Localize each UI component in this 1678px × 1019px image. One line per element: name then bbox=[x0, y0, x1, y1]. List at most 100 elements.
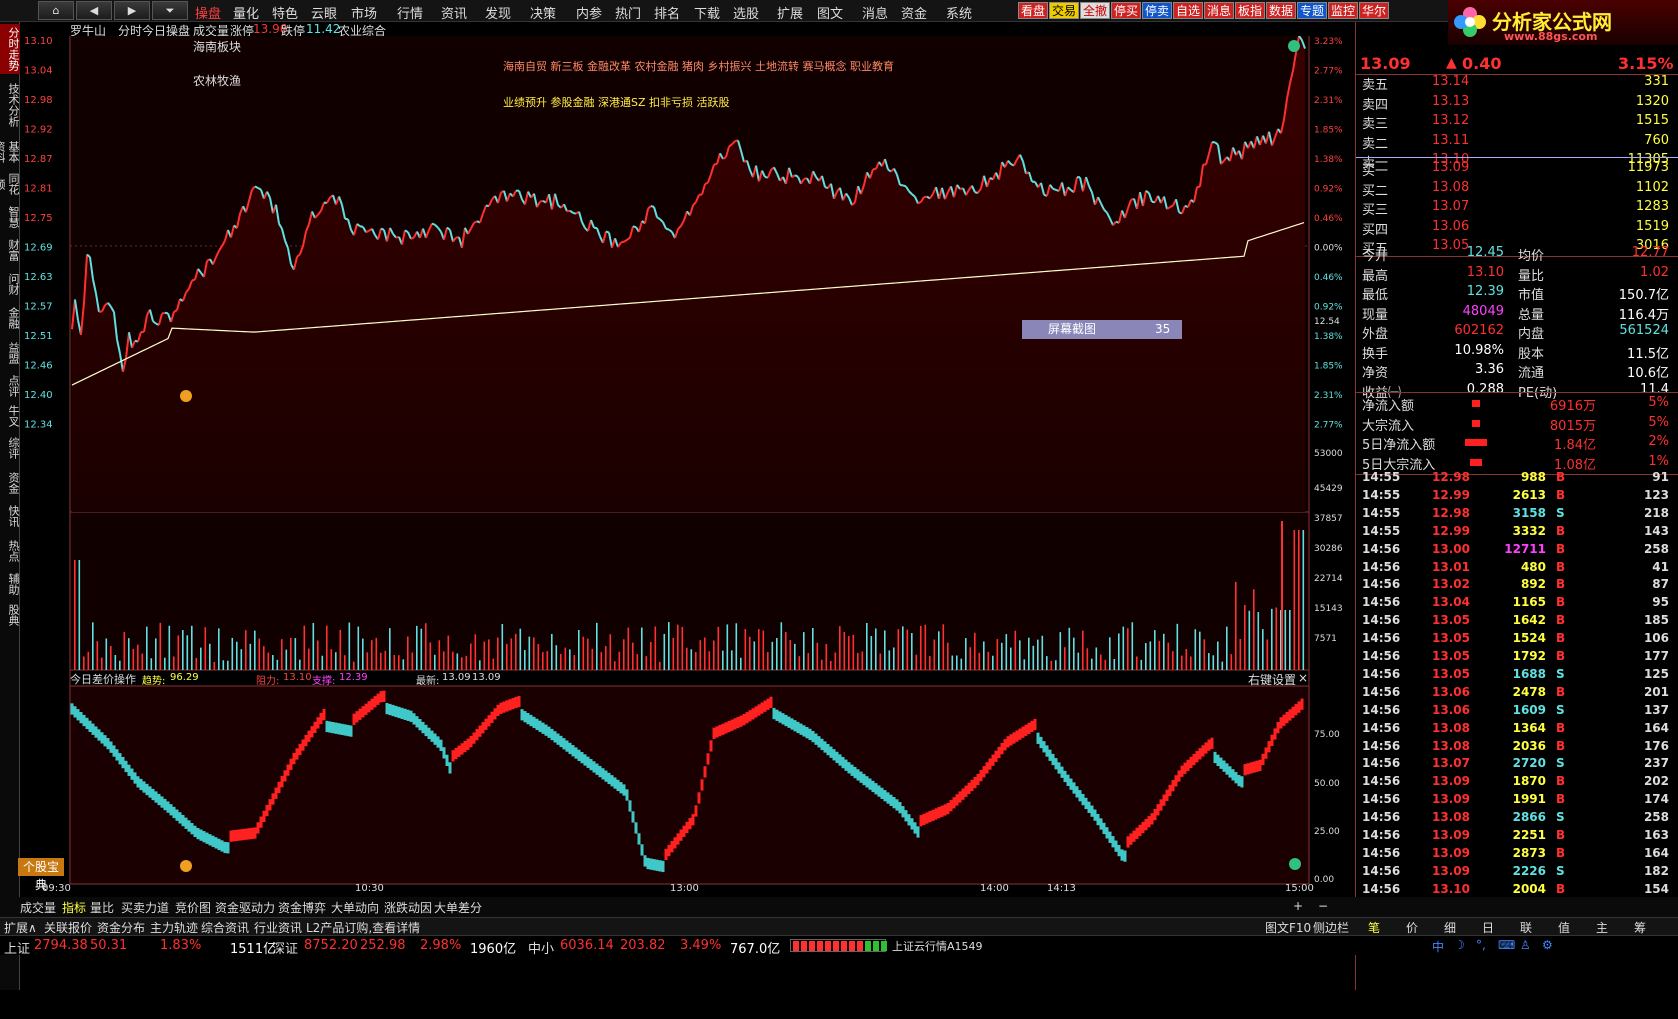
view-tab-1[interactable]: 价 bbox=[1406, 919, 1418, 936]
bottom-tab-2[interactable]: 量比 bbox=[90, 899, 114, 916]
menu-9[interactable]: 内参 bbox=[576, 3, 602, 22]
toolbar-button-5[interactable]: 自选 bbox=[1173, 2, 1204, 19]
menu-3[interactable]: 云眼 bbox=[311, 3, 337, 22]
toolbar-button-3[interactable]: 停买 bbox=[1111, 2, 1142, 19]
menu-0[interactable]: 操盘 bbox=[195, 3, 221, 22]
add-icon[interactable]: + bbox=[1293, 899, 1303, 913]
toolbar-button-0[interactable]: 看盘 bbox=[1018, 2, 1049, 19]
view-tab-0[interactable]: 笔 bbox=[1368, 919, 1380, 936]
toolbar-button-7[interactable]: 板指 bbox=[1235, 2, 1266, 19]
view-tab-3[interactable]: 日 bbox=[1482, 919, 1494, 936]
toolbar-button-8[interactable]: 数据 bbox=[1266, 2, 1297, 19]
toolbar-button-6[interactable]: 消息 bbox=[1204, 2, 1235, 19]
menu-11[interactable]: 排名 bbox=[654, 3, 680, 22]
menu-15[interactable]: 图文 bbox=[817, 3, 843, 22]
tray-icon-2[interactable]: °, bbox=[1476, 938, 1486, 952]
sidebar-tab-9[interactable]: 点评 bbox=[0, 372, 20, 400]
view-tab-2[interactable]: 细 bbox=[1444, 919, 1456, 936]
tick-count: 176 bbox=[1643, 738, 1669, 753]
view-tab-7[interactable]: 筹 bbox=[1634, 919, 1646, 936]
menu-4[interactable]: 市场 bbox=[351, 3, 377, 22]
baodian-button[interactable]: 个股宝典 bbox=[18, 858, 64, 892]
sidebar-tab-15[interactable]: 辅助 bbox=[0, 570, 20, 598]
menu-10[interactable]: 热门 bbox=[615, 3, 641, 22]
back-button[interactable]: ◀ bbox=[76, 1, 112, 20]
status-link-4[interactable]: 行业资讯 bbox=[254, 919, 302, 936]
bottom-tab-0[interactable]: 成交量 bbox=[20, 899, 56, 916]
menu-2[interactable]: 特色 bbox=[272, 3, 298, 22]
menu-6[interactable]: 资讯 bbox=[441, 3, 467, 22]
bottom-tab-5[interactable]: 资金驱动力 bbox=[215, 899, 275, 916]
ask-label: 卖五 bbox=[1362, 78, 1389, 93]
minus-icon[interactable]: − bbox=[1318, 899, 1328, 913]
tray-icon-4[interactable]: ♙ bbox=[1520, 938, 1531, 952]
sidebar-tab-14[interactable]: 热点 bbox=[0, 536, 20, 566]
toolbar-button-2[interactable]: 全撤 bbox=[1080, 2, 1111, 19]
view-tab-4[interactable]: 联 bbox=[1520, 919, 1532, 936]
tray-icon-0[interactable]: 中 bbox=[1432, 938, 1444, 955]
volume-bar bbox=[564, 647, 567, 670]
view-tab-5[interactable]: 值 bbox=[1558, 919, 1570, 936]
bottom-tab-7[interactable]: 大单动向 bbox=[331, 899, 379, 916]
bottom-tab-3[interactable]: 买卖力道 bbox=[121, 899, 169, 916]
menu-13[interactable]: 选股 bbox=[733, 3, 759, 22]
tray-icon-5[interactable]: ⚙ bbox=[1542, 938, 1553, 952]
menu-5[interactable]: 行情 bbox=[397, 3, 423, 22]
status-link-1[interactable]: 资金分布 bbox=[97, 919, 145, 936]
menu-16[interactable]: 消息 bbox=[862, 3, 888, 22]
tray-icon-3[interactable]: ⌨ bbox=[1498, 938, 1515, 952]
sidebar-tab-2[interactable]: 基本资料 bbox=[0, 137, 20, 167]
tray-icon-1[interactable]: ☽ bbox=[1454, 938, 1465, 952]
sidebar-toggle[interactable]: 侧边栏 bbox=[1313, 919, 1349, 936]
screenshot-popup[interactable]: 屏幕截图 35 bbox=[1022, 320, 1182, 339]
price-tick-8: 12.63 bbox=[24, 272, 53, 283]
toolbar-button-9[interactable]: 专题 bbox=[1297, 2, 1328, 19]
close-indicator-icon[interactable]: × bbox=[1298, 671, 1308, 685]
intraday-chart[interactable]: 13.10 13.04 12.98 12.92 12.87 12.81 12.75 12.69… bbox=[20, 36, 1355, 898]
index-name[interactable]: 上证 bbox=[4, 938, 30, 957]
index-name[interactable]: 深证 bbox=[272, 938, 298, 957]
sidebar-tab-7[interactable]: 金融 bbox=[0, 303, 20, 333]
sidebar-tab-1[interactable]: 技术分析 bbox=[0, 80, 20, 130]
expand-button[interactable]: 扩展∧ bbox=[4, 919, 37, 936]
toolbar-button-4[interactable]: 停卖 bbox=[1142, 2, 1173, 19]
right-click-settings[interactable]: 右键设置 bbox=[1248, 671, 1296, 688]
sidebar-tab-5[interactable]: 财富 bbox=[0, 235, 20, 265]
sidebar-tab-8[interactable]: 益盟 bbox=[0, 338, 20, 368]
sidebar-tab-13[interactable]: 快讯 bbox=[0, 500, 20, 532]
sidebar-tab-6[interactable]: 问财 bbox=[0, 269, 20, 299]
sidebar-tab-10[interactable]: 牛叉 bbox=[0, 402, 20, 430]
sidebar-tab-11[interactable]: 综评 bbox=[0, 433, 20, 463]
bottom-tab-1[interactable]: 指标 bbox=[62, 899, 86, 916]
status-link-2[interactable]: 主力轨迹 bbox=[150, 919, 198, 936]
menu-8[interactable]: 决策 bbox=[530, 3, 556, 22]
f10-button[interactable]: 图文F10 bbox=[1265, 919, 1311, 936]
sidebar-tab-12[interactable]: 资金 bbox=[0, 468, 20, 498]
bottom-tab-6[interactable]: 资金博弈 bbox=[278, 899, 326, 916]
menu-14[interactable]: 扩展 bbox=[777, 3, 803, 22]
status-link-3[interactable]: 综合资讯 bbox=[201, 919, 249, 936]
status-link-5[interactable]: L2产品订购,查看详情 bbox=[306, 919, 420, 936]
toolbar-button-11[interactable]: 华尔 bbox=[1359, 2, 1390, 19]
sidebar-tab-4[interactable]: 智慧 bbox=[0, 202, 20, 232]
bottom-tab-4[interactable]: 竞价图 bbox=[175, 899, 211, 916]
forward-button[interactable]: ▶ bbox=[114, 1, 150, 20]
bottom-tab-8[interactable]: 涨跌动因 bbox=[384, 899, 432, 916]
status-link-0[interactable]: 关联报价 bbox=[44, 919, 92, 936]
view-tab-6[interactable]: 主 bbox=[1596, 919, 1608, 936]
sidebar-tab-16[interactable]: 股典 bbox=[0, 600, 20, 630]
more-button[interactable]: ⏷ bbox=[152, 1, 188, 20]
toolbar-button-10[interactable]: 监控 bbox=[1328, 2, 1359, 19]
toolbar-button-1[interactable]: 交易 bbox=[1049, 2, 1080, 19]
menu-17[interactable]: 资金 bbox=[901, 3, 927, 22]
time-tick-4: 14:13 bbox=[1047, 883, 1076, 894]
index-name[interactable]: 中小 bbox=[528, 938, 554, 957]
bottom-tab-9[interactable]: 大单差分 bbox=[434, 899, 482, 916]
sidebar-tab-3[interactable]: 同花顺 bbox=[0, 170, 20, 198]
menu-7[interactable]: 发现 bbox=[485, 3, 511, 22]
menu-12[interactable]: 下载 bbox=[694, 3, 720, 22]
home-button[interactable]: ⌂ bbox=[38, 1, 74, 20]
menu-18[interactable]: 系统 bbox=[946, 3, 972, 22]
sidebar-tab-0[interactable]: 分时走势 bbox=[0, 24, 20, 74]
menu-1[interactable]: 量化 bbox=[233, 3, 259, 22]
